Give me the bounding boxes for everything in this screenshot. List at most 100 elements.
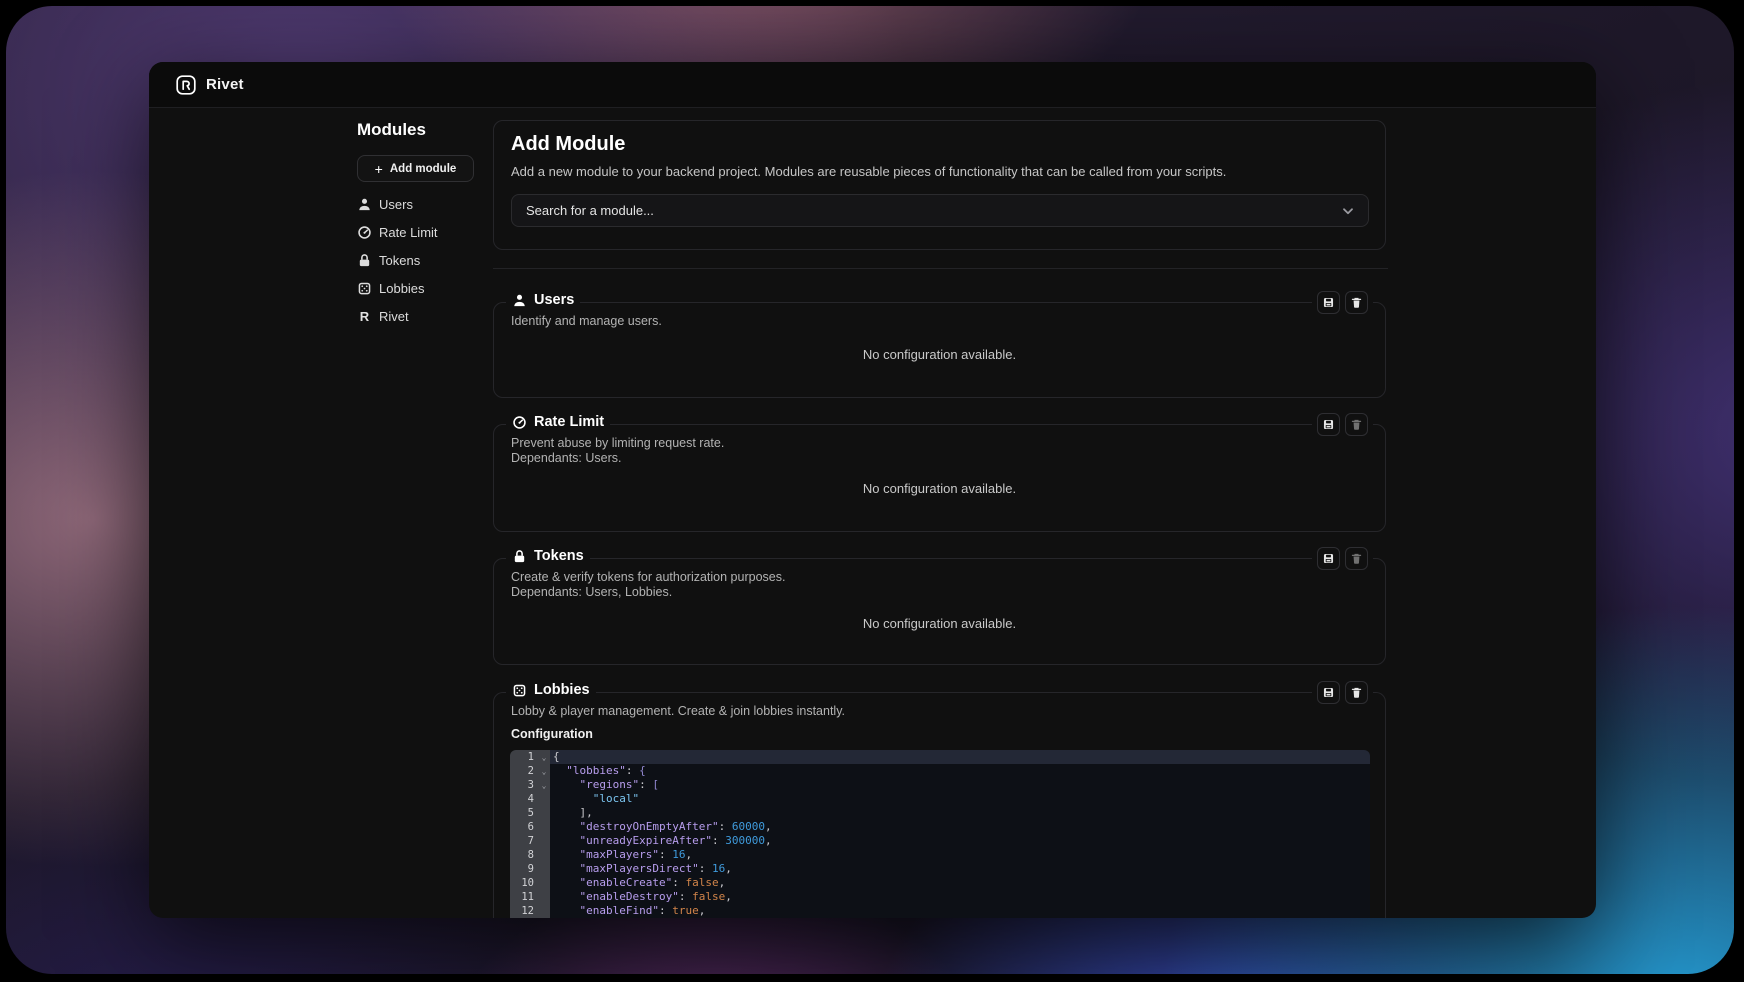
fold-icon [538, 876, 550, 890]
code-line: 8 "maxPlayers": 16, [510, 848, 1370, 862]
add-module-description: Add a new module to your backend project… [511, 164, 1226, 179]
app-window: Rivet Modules + Add module Users Rate Li… [149, 62, 1596, 918]
module-card-users: Users Identify and manage users. No conf… [493, 302, 1386, 398]
no-configuration-text: No configuration available. [494, 481, 1385, 496]
sidebar-item-tokens[interactable]: Tokens [357, 246, 492, 274]
module-name: Rate Limit [534, 414, 604, 430]
module-card-header: Tokens [506, 548, 590, 564]
line-number: 3 [510, 778, 538, 792]
line-number: 10 [510, 876, 538, 890]
module-name: Users [534, 292, 574, 308]
fold-icon [538, 890, 550, 904]
code-line: 9 "maxPlayersDirect": 16, [510, 862, 1370, 876]
line-number: 6 [510, 820, 538, 834]
lock-icon [357, 253, 372, 268]
user-icon [357, 197, 372, 212]
module-description: Identify and manage users. [511, 314, 662, 329]
no-configuration-text: No configuration available. [494, 616, 1385, 631]
gauge-icon [357, 225, 372, 240]
delete-module-button[interactable] [1345, 547, 1368, 570]
configuration-label: Configuration [511, 727, 593, 741]
sidebar: Modules + Add module Users Rate Limit [357, 107, 492, 330]
code-line: 3⌄ "regions": [ [510, 778, 1370, 792]
fold-icon [538, 806, 550, 820]
sidebar-module-list: Users Rate Limit Tokens Lobbies [357, 190, 492, 330]
code-line: 5 ], [510, 806, 1370, 820]
add-module-button-label: Add module [390, 163, 456, 175]
sidebar-item-users[interactable]: Users [357, 190, 492, 218]
fold-icon [538, 834, 550, 848]
code-line: 6 "destroyOnEmptyAfter": 60000, [510, 820, 1370, 834]
line-number: 11 [510, 890, 538, 904]
fold-icon [538, 904, 550, 918]
code-line: 7 "unreadyExpireAfter": 300000, [510, 834, 1370, 848]
module-search-select[interactable] [511, 194, 1369, 227]
code-line: 12 "enableFind": true, [510, 904, 1370, 918]
module-card-tokens: Tokens Create & verify tokens for author… [493, 558, 1386, 665]
line-number: 7 [510, 834, 538, 848]
delete-module-button[interactable] [1345, 291, 1368, 314]
gauge-icon [512, 415, 527, 430]
line-number: 12 [510, 904, 538, 918]
module-description: Prevent abuse by limiting request rate. … [511, 436, 724, 466]
line-number: 1 [510, 750, 538, 764]
sidebar-title: Modules [357, 120, 492, 140]
module-actions [1312, 681, 1373, 704]
chevron-down-icon [1340, 203, 1356, 219]
code-line: 4 "local" [510, 792, 1370, 806]
no-configuration-text: No configuration available. [494, 347, 1385, 362]
fold-icon [538, 820, 550, 834]
fold-icon [538, 862, 550, 876]
module-name: Lobbies [534, 682, 590, 698]
dice-icon [357, 281, 372, 296]
save-module-button[interactable] [1317, 547, 1340, 570]
module-description-line: Prevent abuse by limiting request rate. [511, 436, 724, 451]
module-description-line: Create & verify tokens for authorization… [511, 570, 785, 585]
code-line: 11 "enableDestroy": false, [510, 890, 1370, 904]
fold-icon[interactable]: ⌄ [538, 778, 550, 792]
save-module-button[interactable] [1317, 681, 1340, 704]
fold-icon[interactable]: ⌄ [538, 764, 550, 778]
line-number: 4 [510, 792, 538, 806]
sidebar-item-label: Tokens [379, 253, 420, 268]
save-module-button[interactable] [1317, 291, 1340, 314]
module-dependants: Dependants: Users. [511, 451, 724, 466]
add-module-button[interactable]: + Add module [357, 155, 474, 182]
page-title: Add Module [511, 133, 625, 156]
module-actions [1312, 291, 1373, 314]
dice-icon [512, 683, 527, 698]
user-icon [512, 293, 527, 308]
sidebar-item-label: Users [379, 197, 413, 212]
save-module-button[interactable] [1317, 413, 1340, 436]
module-actions [1312, 413, 1373, 436]
fold-icon[interactable]: ⌄ [538, 750, 550, 764]
fold-icon [538, 848, 550, 862]
delete-module-button[interactable] [1345, 413, 1368, 436]
rivet-logo-icon [176, 75, 196, 95]
code-line: 2⌄ "lobbies": { [510, 764, 1370, 778]
add-module-card: Add Module Add a new module to your back… [493, 120, 1386, 250]
sidebar-item-rivet[interactable]: R Rivet [357, 302, 492, 330]
line-number: 2 [510, 764, 538, 778]
sidebar-item-rate-limit[interactable]: Rate Limit [357, 218, 492, 246]
brand-title: Rivet [206, 76, 244, 93]
module-name: Tokens [534, 548, 584, 564]
fold-icon [538, 792, 550, 806]
module-description: Create & verify tokens for authorization… [511, 570, 785, 600]
topbar: Rivet [149, 62, 1596, 108]
sidebar-item-lobbies[interactable]: Lobbies [357, 274, 492, 302]
module-card-rate-limit: Rate Limit Prevent abuse by limiting req… [493, 424, 1386, 532]
module-card-lobbies: Lobbies Lobby & player management. Creat… [493, 692, 1386, 918]
module-card-header: Users [506, 292, 580, 308]
sidebar-item-label: Lobbies [379, 281, 425, 296]
line-number: 8 [510, 848, 538, 862]
line-number: 5 [510, 806, 538, 820]
config-code-editor[interactable]: 1⌄{ 2⌄ "lobbies": { 3⌄ "regions": [ 4 "l… [510, 750, 1370, 918]
module-description: Lobby & player management. Create & join… [511, 704, 845, 719]
code-line: 1⌄{ [510, 750, 1370, 764]
delete-module-button[interactable] [1345, 681, 1368, 704]
sidebar-item-label: Rate Limit [379, 225, 438, 240]
module-card-header: Lobbies [506, 682, 596, 698]
line-number: 9 [510, 862, 538, 876]
search-input[interactable] [524, 202, 1340, 219]
